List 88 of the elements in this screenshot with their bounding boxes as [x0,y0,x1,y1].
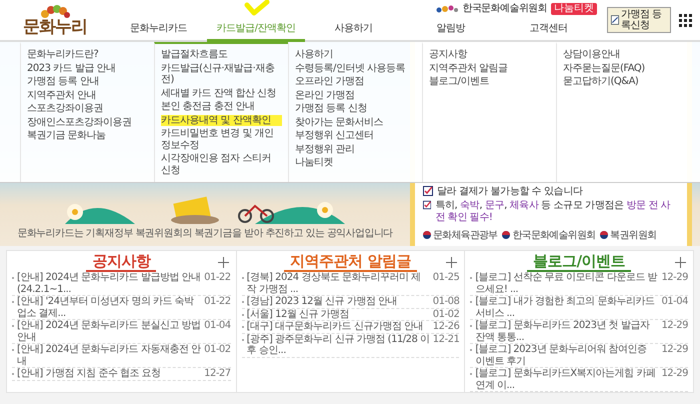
form-pen-icon [611,13,619,27]
post-date: 12-29 [661,368,688,381]
board-title[interactable]: 공지사항 [86,252,156,272]
menu-link[interactable]: 부정행위 관리 [295,144,416,155]
post-date: 01-04 [661,296,688,309]
post-link[interactable]: [안내] 2024년 문화누리카드 발급방법 안내(24.2.1~1... [17,272,202,295]
post-date: 01-02 [432,308,460,320]
post-date: 01-02 [204,344,231,357]
menu-link[interactable]: 본인 충전금 충전 안내 [161,101,282,112]
grid-menu-icon[interactable] [679,14,692,26]
post-link[interactable]: [안내] 2024년 문화누리카드 분실신고 방법 안내 [17,320,202,343]
menu-link[interactable]: 수령등록/인터넷 사용등록 [295,62,416,74]
nav-tab[interactable]: 알림방 [402,16,500,42]
menu-link[interactable]: 장애인스포츠강좌이용권 [27,116,148,128]
checkbox-check-icon [423,200,432,210]
menu-link[interactable]: 카드비밀번호 변경 및 개인정보수정 [161,128,282,151]
post-link[interactable]: [블로그] 문화누리카드 2023년 첫 발급자 잔액 통통... [475,320,658,343]
post-date: 12-29 [661,272,688,285]
menu-link[interactable]: 상담이용안내 [563,49,684,60]
menu-link[interactable]: 발급절차흐름도 [161,49,282,60]
post-link[interactable]: [안내] 2024년 문화누리카드 자동재충전 안내 [17,344,202,367]
post-date: 12-29 [661,344,688,357]
menu-link[interactable]: 가맹점 등록 안내 [27,76,148,88]
banner-caption: 문화누리카드는 기획재정부 복권위원회의 복권기금을 받아 추진하고 있는 공익사업입니다 [17,227,393,240]
flower-logo-icon [38,4,72,18]
menu-link[interactable]: 카드발급(신규·재발급·재충전) [161,62,282,86]
checkbox-check-icon [423,186,433,196]
post-link[interactable]: [안내] 가맹점 지침 준수 협조 요청 [17,368,202,380]
logo-label: 문화체육관광부 [433,229,498,242]
notice-text: 달라 결제가 불가능할 수 있습니다 [437,186,583,198]
post-link[interactable]: [서울] 12월 신규 가맹점 [246,308,430,320]
menu-link[interactable]: 찾아가는 문화서비스 [295,116,416,128]
menu-link[interactable]: 문화누리카드란? [27,49,148,60]
menu-link[interactable]: 스포츠강좌이용권 [27,103,148,114]
post-link[interactable]: [블로그] 2023년 문화누리어워 참여인증 이벤트 후기 [475,344,658,367]
menu-link[interactable]: 복권기금 문화나눔 [27,130,148,142]
menu-link[interactable]: 세대별 카드 잔액 합산 신청 [161,88,282,99]
menu-link[interactable]: 지역주관처 안내 [27,90,148,101]
nav-tab[interactable]: 고객센터 [500,16,598,42]
menu-link[interactable]: 오프라인 가맹점 [295,76,416,88]
nav-tab[interactable]: 사용하기 [304,16,402,42]
post-link[interactable]: [경북] 2024 경상북도 문화누리꾸러미 제작 가맹점 ... [246,272,430,295]
post-link[interactable]: [안내] '24년부터 미성년자 명의 카드 숙박업소 결제... [17,296,202,319]
board-title[interactable]: 블로그/이벤트 [527,252,632,272]
logo-text[interactable]: 문화누리 [23,18,87,36]
post-date: 12-21 [432,334,460,346]
emblem-icon [423,231,431,239]
menu-link[interactable]: 시각장애인용 점자 스티커 신청 [161,153,282,176]
menu-link[interactable]: 2023 카드 발급 안내 [27,62,148,74]
emblem-icon [600,231,608,239]
dots-logo-icon [436,5,458,13]
ticket-badge[interactable]: 나눔티켓 [551,3,597,15]
post-date: 12-27 [204,368,231,380]
post-date: 01-04 [204,320,231,333]
post-date: 12-26 [432,321,460,332]
menu-link[interactable]: 공지사항 [429,49,550,60]
post-link[interactable]: [대구] 대구문화누리카드 신규가맹점 안내 [246,321,430,332]
menu-link[interactable]: 카드사용내역 및 잔액확인 [161,114,282,126]
menu-link[interactable]: 가맹점 등록 신청 [295,103,416,114]
plus-icon[interactable] [446,257,458,268]
plus-icon[interactable] [675,257,686,268]
register-button[interactable]: 가맹점 등록신청 [607,7,671,33]
menu-link[interactable]: 자주묻는질문(FAQ) [563,62,684,74]
post-link[interactable]: [광주] 광주문화누리 신규 가맹점 (11/28 이후 승인... [246,334,430,356]
post-date: 01-25 [432,272,460,285]
emblem-icon [502,231,510,239]
post-link[interactable]: [블로그] 내가 경험한 최고의 문화누리카드 서비스 ... [475,296,658,319]
post-link[interactable]: [블로그] 문화누리카드X복지아는게힘 카페 연계 이... [475,368,658,391]
menu-link[interactable]: 온라인 가맹점 [295,90,416,101]
check-mark-drawing [244,0,270,16]
partner-name[interactable]: 한국문화예술위원회 [462,4,547,14]
post-date: 01-08 [432,296,460,308]
menu-link[interactable]: 나눔티켓 [295,157,416,168]
plus-icon[interactable] [218,257,229,268]
logo-label: 한국문화예술위원회 [512,229,596,242]
menu-link[interactable]: 부정행위 신고센터 [295,130,416,142]
notice-text: 특히, 숙박, 문구, 체육사 등 소규모 가맹점은 방문 전 사전 확인 필수! [435,200,672,224]
menu-link[interactable]: 지역주관처 알림글 [429,62,550,74]
post-link[interactable]: [블로그] 선착순 무료 이모티콘 다운로드 받으세요! ... [475,272,658,295]
post-date: 01-22 [204,296,231,309]
menu-link[interactable]: 묻고답하기(Q&A) [563,76,684,88]
post-link[interactable]: [경남] 2023 12월 신규 가맹점 안내 [246,296,430,308]
post-date: 01-22 [204,272,231,285]
post-date: 12-29 [661,320,688,333]
menu-link[interactable]: 블로그/이벤트 [429,76,550,88]
logo-label: 복권위원회 [610,229,656,242]
nav-tab[interactable]: 문화누리카드 [110,16,208,42]
menu-link[interactable]: 사용하기 [295,49,416,60]
